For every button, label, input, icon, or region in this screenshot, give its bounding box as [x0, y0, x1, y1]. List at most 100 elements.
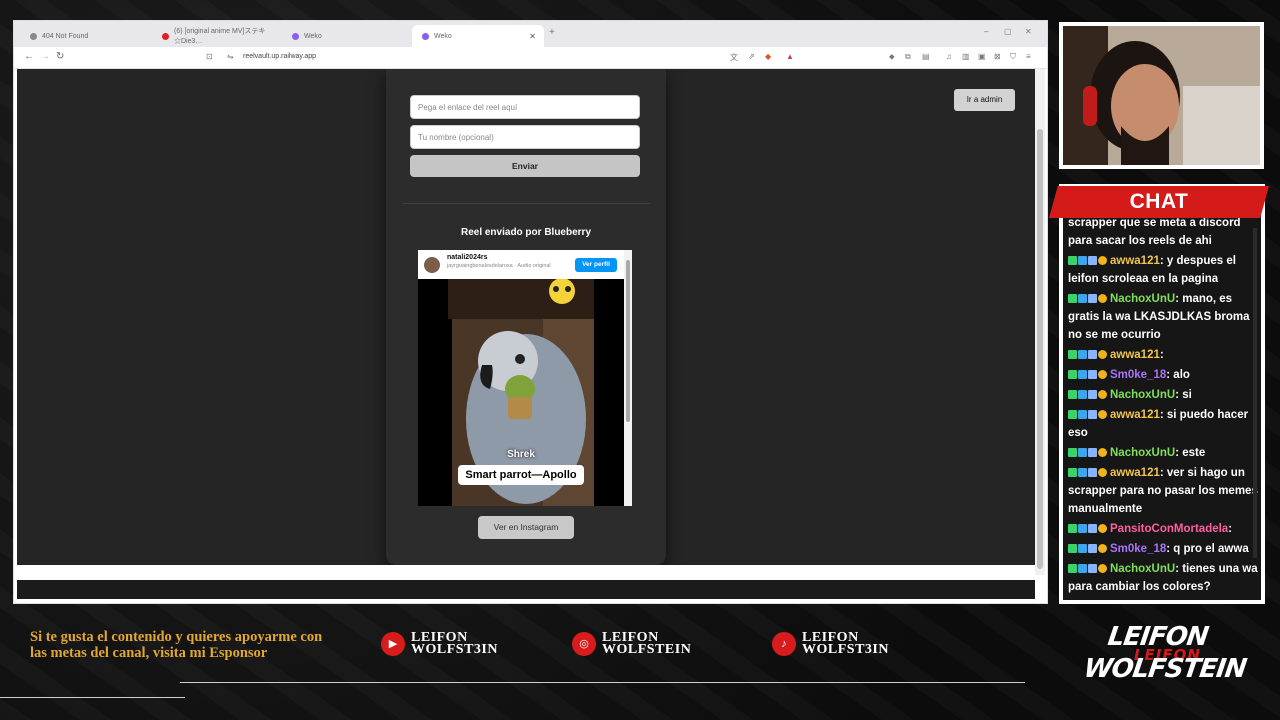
chat-badge-icon	[1098, 410, 1107, 419]
page-scrollbar[interactable]	[1035, 69, 1045, 575]
maximize-button[interactable]: ▢	[1004, 27, 1012, 36]
chat-message: NachoxUnU: tienes una wa para cambiar lo…	[1068, 560, 1260, 596]
reel-video[interactable]: Shrek Smart parrot—Apollo	[448, 279, 594, 506]
chat-text: scrapper que se meta a discord para saca…	[1068, 217, 1241, 247]
chat-username[interactable]: NachoxUnU	[1110, 389, 1175, 401]
minimize-button[interactable]: –	[984, 27, 988, 36]
menu-icon[interactable]: ≡	[1026, 52, 1031, 61]
chat-badge-icon	[1088, 294, 1097, 303]
back-icon[interactable]: ←	[24, 51, 34, 62]
reel-link-input[interactable]: Pega el enlace del reel aquí	[410, 95, 640, 119]
forward-icon[interactable]: →	[40, 51, 50, 62]
admin-button[interactable]: Ir a admin	[954, 89, 1015, 111]
chat-badge-icon	[1068, 564, 1077, 573]
chat-badge-icon	[1078, 468, 1087, 477]
youtube-icon	[162, 32, 169, 40]
screenshot-icon[interactable]: ⊠	[994, 52, 1001, 61]
chat-message: NachoxUnU: si	[1068, 386, 1260, 404]
chat-badge-icon	[1078, 410, 1087, 419]
chat-badge-icon	[1078, 544, 1087, 553]
weko-icon	[292, 32, 299, 40]
chat-badge-icon	[1078, 564, 1087, 573]
chat-badge-icon	[1088, 370, 1097, 379]
close-tab-icon[interactable]: ✕	[529, 32, 536, 41]
chat-messages: scrapper que se meta a discord para saca…	[1068, 214, 1260, 598]
chat-username[interactable]: awwa121	[1110, 467, 1160, 479]
tab-weko[interactable]: Weko	[282, 25, 412, 47]
embed-subtitle: jayrguaingbenalesdelarosa · Audio origin…	[447, 263, 551, 269]
chat-username[interactable]: PansitoConMortadela	[1110, 523, 1228, 535]
chat-username[interactable]: NachoxUnU	[1110, 563, 1175, 575]
embed-username[interactable]: natali2024rs	[447, 254, 487, 261]
chat-badge-icon	[1068, 544, 1077, 553]
instagram-embed[interactable]: natali2024rs jayrguaingbenalesdelarosa ·…	[418, 250, 632, 506]
tab-weko-active[interactable]: Weko ✕	[412, 25, 544, 47]
reel-title: Reel enviado por Blueberry	[460, 227, 592, 238]
divider-line	[180, 682, 1025, 683]
chat-badge-icon	[1078, 350, 1087, 359]
globe-icon	[30, 32, 37, 40]
embed-header: natali2024rs jayrguaingbenalesdelarosa ·…	[418, 250, 624, 279]
social-youtube: ▶ LEIFON WOLFST3IN	[381, 631, 498, 657]
logo-line2: WOLFSTEIN	[1081, 654, 1248, 684]
chat-text: :	[1228, 523, 1233, 535]
chat-badge-icon	[1098, 564, 1107, 573]
extensions-icon[interactable]: ⧉	[905, 52, 911, 62]
name-input[interactable]: Tu nombre (opcional)	[410, 125, 640, 149]
chat-badge-icon	[1078, 294, 1087, 303]
chat-scrollbar	[1253, 228, 1257, 558]
share-icon[interactable]: ⇗	[748, 52, 755, 61]
chat-message: scrapper que se meta a discord para saca…	[1068, 214, 1260, 250]
embed-scrollbar[interactable]	[624, 250, 632, 506]
brave-shield-icon[interactable]: ◆	[765, 52, 771, 61]
chat-username[interactable]: awwa121	[1110, 255, 1160, 267]
browser-window: 404 Not Found (6) [original anime MV]ステキ…	[13, 20, 1048, 604]
wallet-icon[interactable]: ▣	[978, 52, 986, 61]
site-info-icon[interactable]: ⇋	[227, 52, 234, 61]
address-bar: ← → ↻ ⊡ ⇋ reelvault.up.railway.app 文 ⇗ ◆…	[14, 47, 1047, 69]
translate-icon[interactable]: 文	[730, 52, 738, 63]
social-name: WOLFST3IN	[802, 642, 889, 657]
page-viewport: Pega el enlace del reel aquí Tu nombre (…	[17, 69, 1035, 565]
avatar[interactable]	[424, 257, 440, 273]
rewards-icon[interactable]: ▲	[786, 52, 794, 61]
chat-username[interactable]: Sm0ke_18	[1110, 543, 1166, 555]
streamer-silhouette	[1063, 26, 1260, 165]
url-field[interactable]: reelvault.up.railway.app	[243, 53, 316, 60]
chat-badge-icon	[1068, 256, 1077, 265]
chat-username[interactable]: NachoxUnU	[1110, 447, 1175, 459]
ver-perfil-button[interactable]: Ver perfil	[575, 258, 617, 272]
chat-message: PansitoConMortadela:	[1068, 520, 1260, 538]
chat-username[interactable]: awwa121	[1110, 409, 1160, 421]
close-window-button[interactable]: ✕	[1025, 27, 1032, 36]
chat-badge-icon	[1098, 468, 1107, 477]
tab-youtube[interactable]: (6) [original anime MV]ステキ☆Die3…	[152, 25, 284, 47]
chat-username[interactable]: Sm0ke_18	[1110, 369, 1166, 381]
ver-instagram-button[interactable]: Ver en Instagram	[478, 516, 574, 539]
chat-body: scrapper que se meta a discord para saca…	[1063, 188, 1261, 600]
bookmark-icon[interactable]: ⊡	[206, 52, 213, 61]
reader-icon[interactable]: ▤	[922, 52, 930, 61]
vpn-icon[interactable]: ⛉	[1010, 52, 1016, 62]
chat-message: awwa121: si puedo hacer eso	[1068, 406, 1260, 442]
chat-username[interactable]: awwa121	[1110, 349, 1160, 361]
channel-logo: LEIFON LEIFON WOLFSTEIN	[1082, 622, 1248, 692]
chat-username[interactable]: NachoxUnU	[1110, 293, 1175, 305]
reload-icon[interactable]: ↻	[56, 51, 64, 62]
video-caption: Smart parrot—Apollo	[458, 465, 584, 485]
chat-message: Sm0ke_18: alo	[1068, 366, 1260, 384]
chat-text: : q pro el awwa	[1166, 543, 1249, 555]
chat-message: awwa121: y despues el leifon scroleaa en…	[1068, 252, 1260, 288]
youtube-icon: ▶	[381, 632, 405, 656]
tab-404[interactable]: 404 Not Found	[20, 25, 152, 47]
music-icon[interactable]: ♫	[946, 52, 952, 61]
chat-badge-icon	[1078, 524, 1087, 533]
chat-badge-icon	[1088, 410, 1097, 419]
tab-title: (6) [original anime MV]ステキ☆Die3…	[174, 28, 266, 45]
enviar-button[interactable]: Enviar	[410, 155, 640, 177]
sidebar-icon[interactable]: ▥	[962, 52, 970, 61]
submit-card: Pega el enlace del reel aquí Tu nombre (…	[386, 69, 666, 565]
new-tab-button[interactable]: +	[549, 27, 555, 38]
chat-badge-icon	[1088, 524, 1097, 533]
pin-icon[interactable]: ⬥	[889, 52, 895, 62]
